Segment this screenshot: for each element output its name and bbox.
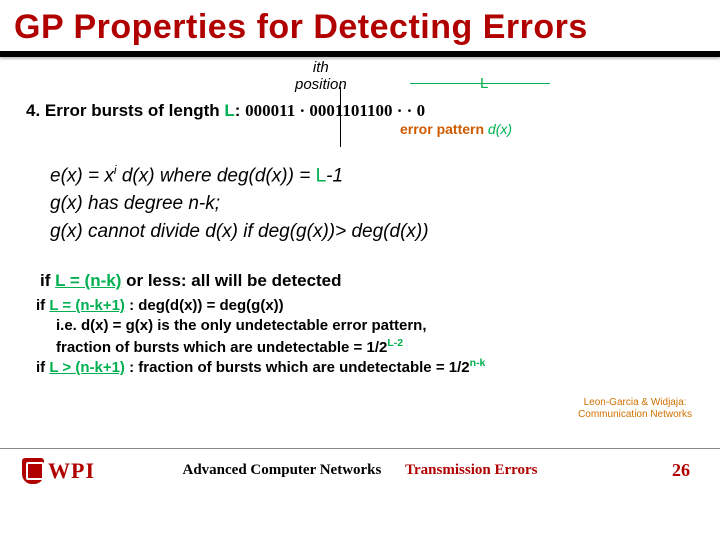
footer-rule <box>0 448 720 449</box>
slide-title: GP Properties for Detecting Errors <box>0 0 720 51</box>
cond-4: fraction of bursts which are undetectabl… <box>56 337 403 356</box>
cond-3: i.e. d(x) = g(x) is the only undetectabl… <box>56 317 427 334</box>
cond-1: if L = (n-k) or less: all will be detect… <box>40 271 342 291</box>
reference: Leon-Garcia & Widjaja:Communication Netw… <box>578 397 692 421</box>
error-pattern-label: error pattern d(x) <box>400 121 512 137</box>
cond-5: if L > (n-k+1) : fraction of bursts whic… <box>36 357 485 376</box>
L-span-label: L <box>480 75 488 92</box>
cond-2: if L = (n-k+1) : deg(d(x)) = deg(g(x)) <box>36 297 284 314</box>
bullet-4: 4. Error bursts of length L: 000011 · 00… <box>26 101 425 121</box>
page-number: 26 <box>672 460 690 481</box>
equation-e-x: e(x) = xi d(x) where deg(d(x)) = L-1 <box>50 163 343 187</box>
ith-label: ith position <box>295 59 347 93</box>
equation-divide: g(x) cannot divide d(x) if deg(g(x))> de… <box>50 221 429 243</box>
footer-course: Advanced Computer Networks <box>182 462 381 478</box>
footer-topic: Transmission Errors <box>405 462 537 478</box>
equation-g-degree: g(x) has degree n-k; <box>50 193 220 215</box>
